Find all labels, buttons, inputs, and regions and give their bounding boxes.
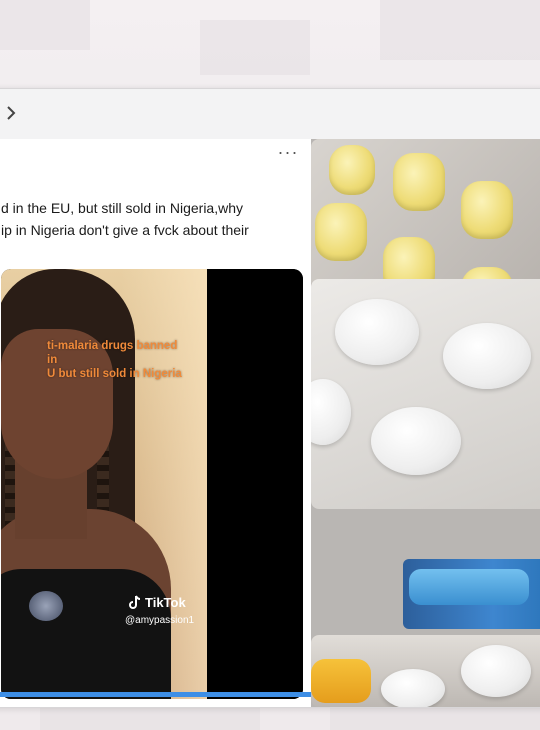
white-tablet <box>443 323 531 389</box>
black-top <box>1 569 171 699</box>
chevron-right-icon[interactable] <box>0 101 23 125</box>
white-tablet <box>461 645 531 697</box>
yellow-capsule <box>393 153 445 211</box>
tiktok-watermark: TikTok <box>129 595 186 610</box>
microphone <box>29 591 63 621</box>
white-tablet <box>381 669 445 707</box>
post-column: ··· d in the EU, but still sold in Niger… <box>0 139 311 707</box>
video-frame: ti-malaria drugs banned in U but still s… <box>1 269 207 699</box>
more-horizontal-icon[interactable]: ··· <box>277 143 299 163</box>
tiktok-logo-icon <box>129 595 141 609</box>
background-tile <box>330 708 540 730</box>
yellow-capsule <box>329 145 375 195</box>
background-tile <box>0 0 90 50</box>
video-player[interactable]: ti-malaria drugs banned in U but still s… <box>1 269 303 699</box>
video-letterbox <box>207 269 303 699</box>
background-tile <box>200 20 310 75</box>
white-tablet <box>335 299 419 365</box>
background-tile <box>380 0 540 60</box>
yellow-capsule <box>315 203 367 261</box>
white-tablet <box>371 407 461 475</box>
progress-bar <box>0 692 311 697</box>
post-text: d in the EU, but still sold in Nigeria,w… <box>1 200 249 238</box>
tiktok-brand: TikTok <box>145 595 186 610</box>
tiktok-handle: @amypassion1 <box>125 615 195 626</box>
yellow-capsule <box>461 181 513 239</box>
toolbar <box>0 89 540 140</box>
post-window: ··· d in the EU, but still sold in Niger… <box>0 88 540 708</box>
orange-capsule <box>311 659 371 703</box>
pills-image <box>311 139 540 707</box>
blue-tablet <box>409 569 529 605</box>
video-caption: ti-malaria drugs banned in U but still s… <box>47 340 182 380</box>
